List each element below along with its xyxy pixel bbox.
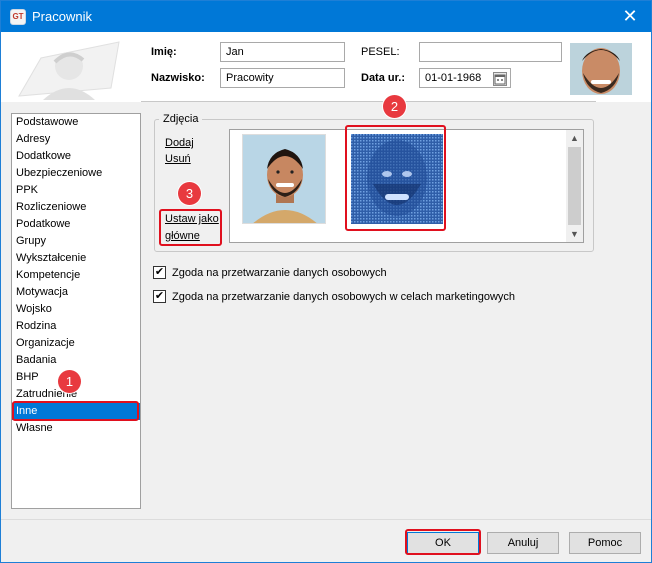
window-title: Pracownik	[32, 9, 92, 24]
consent-marketing-checkbox[interactable]: ✔	[153, 290, 166, 303]
last-name-field[interactable]: Pracowity	[220, 68, 345, 88]
scroll-thumb[interactable]	[568, 147, 581, 225]
footer-divider	[1, 519, 651, 520]
sidebar-item-wojsko[interactable]: Wojsko	[12, 301, 140, 318]
first-name-field[interactable]: Jan	[220, 42, 345, 62]
first-name-label: Imię:	[151, 46, 177, 58]
consent-marketing[interactable]: ✔ Zgoda na przetwarzanie danych osobowyc…	[153, 290, 515, 303]
highlight-ok-button	[405, 529, 481, 555]
header-divider	[141, 101, 596, 102]
help-button[interactable]: Pomoc	[569, 532, 641, 554]
sidebar-item-grupy[interactable]: Grupy	[12, 233, 140, 250]
sidebar-item-podstawowe[interactable]: Podstawowe	[12, 114, 140, 131]
photos-group-label: Zdjęcia	[159, 113, 203, 125]
close-button[interactable]: ✕	[613, 3, 647, 30]
sidebar-item-rozliczeniowe[interactable]: Rozliczeniowe	[12, 199, 140, 216]
sidebar-item-organizacje[interactable]: Organizacje	[12, 335, 140, 352]
scroll-down-icon[interactable]: ▼	[566, 226, 583, 242]
last-name-label: Nazwisko:	[151, 72, 205, 84]
gallery-photo-1[interactable]	[242, 134, 326, 224]
calendar-icon[interactable]	[493, 72, 507, 86]
sidebar-item-dodatkowe[interactable]: Dodatkowe	[12, 148, 140, 165]
sidebar-item-wlasne[interactable]: Własne	[12, 420, 140, 437]
highlight-set-main	[159, 209, 222, 246]
callout-number-3: 3	[178, 182, 201, 205]
callout-number-1: 1	[58, 370, 81, 393]
sidebar-item-adresy[interactable]: Adresy	[12, 131, 140, 148]
sidebar-item-podatkowe[interactable]: Podatkowe	[12, 216, 140, 233]
highlight-inne	[12, 401, 139, 421]
sidebar-item-ppk[interactable]: PPK	[12, 182, 140, 199]
checkmark-icon: ✔	[154, 266, 165, 278]
consent-marketing-label: Zgoda na przetwarzanie danych osobowych …	[172, 290, 516, 303]
title-bar: GT Pracownik ✕	[1, 1, 651, 32]
gallery-scrollbar[interactable]: ▲ ▼	[566, 130, 583, 242]
person-silhouette-illustration	[18, 41, 120, 100]
checkmark-icon: ✔	[154, 290, 165, 302]
sidebar-item-kompetencje[interactable]: Kompetencje	[12, 267, 140, 284]
birth-date-label: Data ur.:	[361, 72, 406, 84]
consent-data-processing-checkbox[interactable]: ✔	[153, 266, 166, 279]
category-list[interactable]: Podstawowe Adresy Dodatkowe Ubezpieczeni…	[11, 113, 141, 509]
scroll-up-icon[interactable]: ▲	[566, 130, 583, 146]
sidebar-item-motywacja[interactable]: Motywacja	[12, 284, 140, 301]
close-icon: ✕	[622, 6, 638, 26]
pesel-field[interactable]	[419, 42, 562, 62]
employee-dialog: GT Pracownik ✕ Imię: Jan Nazwisko: Praco…	[0, 0, 652, 563]
consent-data-processing[interactable]: ✔ Zgoda na przetwarzanie danych osobowyc…	[153, 266, 387, 279]
sidebar-item-badania[interactable]: Badania	[12, 352, 140, 369]
highlight-selected-photo	[345, 125, 446, 231]
add-photo-link[interactable]: Dodaj	[165, 137, 194, 149]
header-area: Imię: Jan Nazwisko: Pracowity PESEL: Dat…	[1, 32, 651, 102]
sidebar-item-rodzina[interactable]: Rodzina	[12, 318, 140, 335]
sidebar-item-ubezpieczeniowe[interactable]: Ubezpieczeniowe	[12, 165, 140, 182]
callout-number-2: 2	[383, 95, 406, 118]
pesel-label: PESEL:	[361, 46, 400, 58]
app-icon: GT	[10, 8, 26, 25]
consent-data-processing-label: Zgoda na przetwarzanie danych osobowych	[172, 266, 387, 279]
remove-photo-link[interactable]: Usuń	[165, 153, 191, 165]
employee-main-photo	[570, 43, 632, 95]
sidebar-item-wyksztalcenie[interactable]: Wykształcenie	[12, 250, 140, 267]
cancel-button[interactable]: Anuluj	[487, 532, 559, 554]
